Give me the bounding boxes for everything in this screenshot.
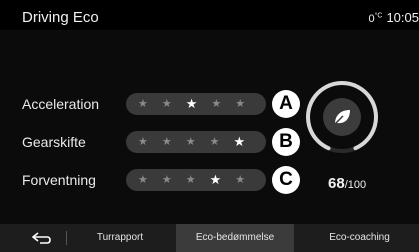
callout-marker-b: B — [272, 128, 300, 156]
callout-marker-a: A — [272, 90, 300, 118]
nav-divider — [66, 231, 67, 245]
star-icon: ★ — [161, 174, 172, 186]
star-icon: ★ — [233, 134, 246, 149]
star-rating-bar: ★ ★ ★ ★ ★ — [126, 93, 266, 115]
star-rating-bar: ★ ★ ★ ★ ★ — [126, 131, 266, 153]
star-icon: ★ — [185, 174, 196, 186]
tab-eco-coaching[interactable]: Eco-coaching — [300, 224, 419, 252]
eco-score-gauge — [304, 79, 380, 155]
star-group: ★ ★ ★ ★ ★ — [138, 94, 245, 114]
star-group: ★ ★ ★ ★ ★ — [138, 170, 245, 190]
rating-label: Forventning — [22, 172, 96, 188]
eco-score-value: 68/100 — [328, 175, 367, 192]
star-icon: ★ — [138, 136, 148, 148]
eco-score-panel: Acceleration ★ ★ ★ ★ ★ A Gearskifte ★ ★ … — [0, 30, 419, 224]
star-icon: ★ — [185, 96, 198, 111]
tab-turrapport[interactable]: Turrapport — [70, 224, 170, 252]
star-icon: ★ — [235, 174, 246, 186]
star-icon: ★ — [138, 174, 148, 186]
bottom-nav-bar: Turrapport Eco-bedømmelse Eco-coaching — [0, 224, 419, 252]
back-arrow-icon[interactable] — [30, 230, 52, 246]
callout-marker-c: C — [272, 166, 300, 194]
rating-label: Acceleration — [22, 96, 100, 112]
star-icon: ★ — [161, 136, 172, 148]
rating-row-forventning: Forventning ★ ★ ★ ★ ★ C — [0, 166, 300, 194]
rating-row-acceleration: Acceleration ★ ★ ★ ★ ★ A — [0, 90, 300, 118]
star-icon: ★ — [161, 98, 172, 110]
rating-row-gearskifte: Gearskifte ★ ★ ★ ★ ★ B — [0, 128, 300, 156]
leaf-icon — [323, 98, 361, 136]
star-icon: ★ — [235, 98, 246, 110]
status-area: 0°C 10:05 — [368, 10, 419, 25]
star-rating-bar: ★ ★ ★ ★ ★ — [126, 169, 266, 191]
star-icon: ★ — [211, 98, 222, 110]
rating-label: Gearskifte — [22, 134, 86, 150]
header-bar: Driving Eco 0°C 10:05 — [0, 0, 419, 30]
page-title: Driving Eco — [22, 9, 99, 26]
star-icon: ★ — [138, 98, 148, 110]
star-icon: ★ — [209, 136, 220, 148]
tab-eco-bedommelse[interactable]: Eco-bedømmelse — [176, 224, 294, 252]
outside-temperature: 0°C — [368, 12, 383, 25]
star-group: ★ ★ ★ ★ ★ — [138, 132, 245, 152]
clock: 10:05 — [386, 10, 419, 25]
star-icon: ★ — [185, 136, 196, 148]
star-icon: ★ — [209, 172, 222, 187]
